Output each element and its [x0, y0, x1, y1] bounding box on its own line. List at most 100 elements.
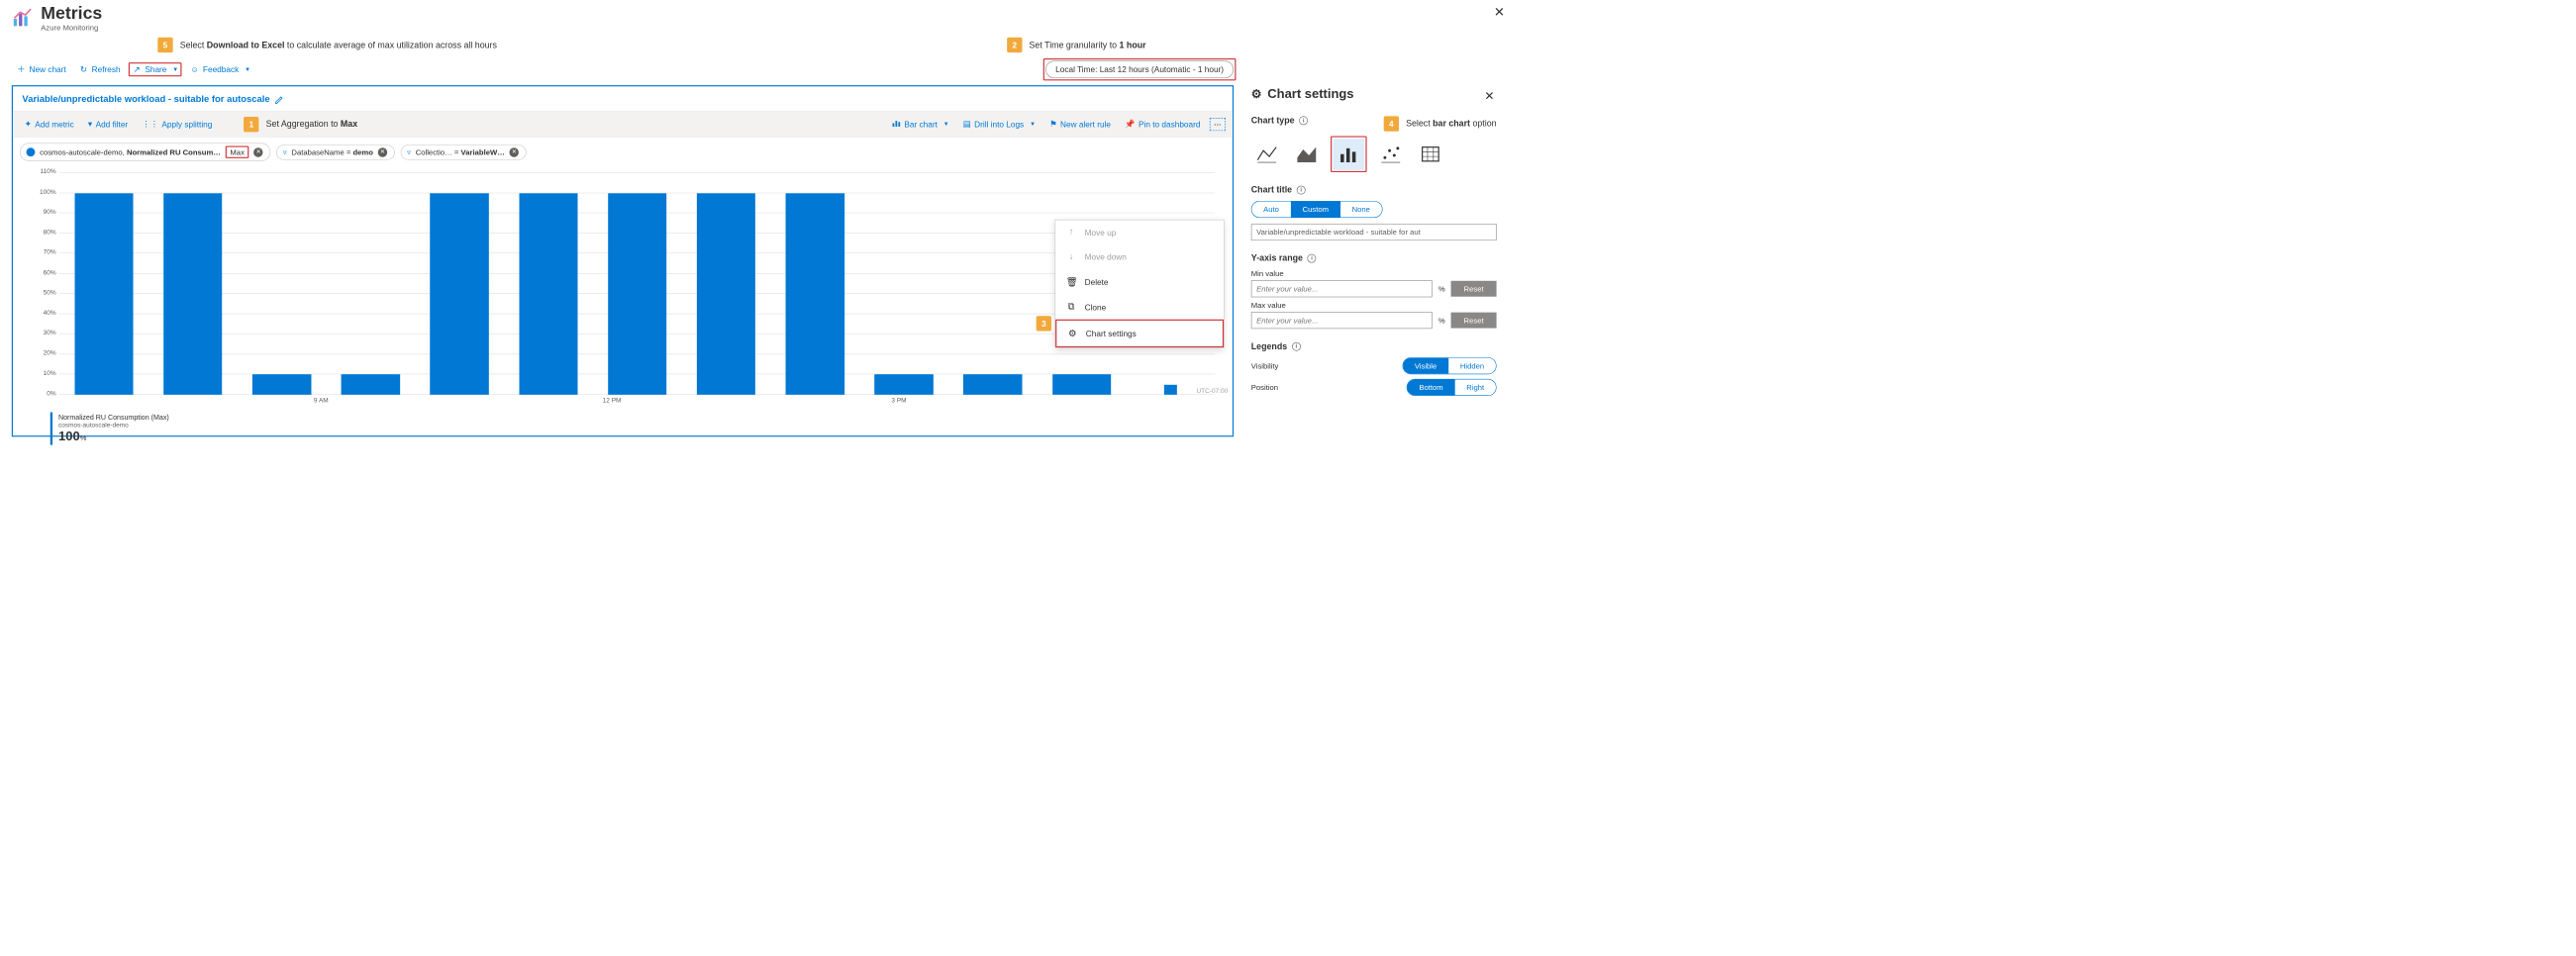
- info-icon[interactable]: i: [1297, 186, 1306, 195]
- share-button[interactable]: ↗Share▼: [129, 62, 182, 76]
- filter-pills-row: cosmos-autoscale-demo, Normalized RU Con…: [13, 138, 1233, 167]
- collection-filter-pill[interactable]: ▿ Collectio… = VariableW… ✕: [401, 144, 527, 159]
- add-metric-button[interactable]: ✦Add metric: [20, 117, 78, 132]
- apply-splitting-button[interactable]: ⋮⋮Apply splitting: [138, 117, 217, 132]
- split-icon: ⋮⋮: [142, 119, 158, 129]
- aggregation-badge: Max: [226, 146, 249, 158]
- feedback-button[interactable]: ☺Feedback▼: [185, 62, 254, 76]
- bar[interactable]: [608, 193, 666, 395]
- add-filter-button[interactable]: ▾Add filter: [83, 117, 133, 132]
- callout-4: 4: [1384, 116, 1399, 131]
- bar[interactable]: [786, 193, 844, 395]
- filter-icon: ▿: [407, 147, 411, 156]
- metric-pill[interactable]: cosmos-autoscale-demo, Normalized RU Con…: [20, 143, 270, 161]
- cosmos-icon: [27, 147, 36, 156]
- chart-card: Variable/unpredictable workload - suitab…: [12, 85, 1234, 436]
- seg-right[interactable]: Right: [1454, 379, 1496, 395]
- chart-type-area[interactable]: [1291, 139, 1323, 170]
- seg-bottom[interactable]: Bottom: [1408, 379, 1455, 395]
- trash-icon: 🗑: [1066, 276, 1077, 288]
- filter-icon: ▾: [88, 119, 92, 129]
- info-icon[interactable]: i: [1308, 254, 1317, 263]
- pin-dashboard-button[interactable]: 📌Pin to dashboard: [1120, 117, 1205, 132]
- seg-none[interactable]: None: [1340, 202, 1382, 218]
- chevron-down-icon: ▼: [1030, 121, 1036, 127]
- chart-type-line[interactable]: [1251, 139, 1283, 170]
- more-menu-button[interactable]: ⋯: [1210, 118, 1226, 131]
- callout-3: 3: [1037, 316, 1051, 331]
- seg-custom[interactable]: Custom: [1291, 202, 1340, 218]
- new-alert-button[interactable]: ⚑New alert rule: [1044, 117, 1115, 132]
- seg-auto[interactable]: Auto: [1251, 202, 1290, 218]
- x-tick: 9 AM: [314, 397, 329, 404]
- title-mode-segment[interactable]: Auto Custom None: [1251, 201, 1383, 218]
- command-bar: ＋New chart ↻Refresh ↗Share▼ ☺Feedback▼ L…: [0, 52, 1520, 85]
- bar[interactable]: [1164, 385, 1177, 395]
- pin-icon: 📌: [1125, 119, 1135, 129]
- refresh-button[interactable]: ↻Refresh: [74, 62, 125, 76]
- menu-move-up[interactable]: ↑Move up: [1055, 220, 1224, 244]
- bar[interactable]: [697, 193, 755, 395]
- legend-position-segment[interactable]: Bottom Right: [1407, 379, 1497, 396]
- yaxis-max-reset[interactable]: Reset: [1451, 313, 1497, 329]
- smiley-icon: ☺: [190, 64, 199, 73]
- metrics-logo-icon: [12, 7, 33, 28]
- bar[interactable]: [342, 374, 400, 394]
- page-title: Metrics: [41, 5, 102, 23]
- x-tick: 3 PM: [891, 397, 906, 404]
- arrow-up-icon: ↑: [1066, 228, 1077, 239]
- close-icon[interactable]: ✕: [1484, 89, 1494, 104]
- alert-icon: ⚑: [1049, 119, 1056, 129]
- info-icon[interactable]: i: [1299, 116, 1308, 125]
- bar[interactable]: [1052, 374, 1111, 394]
- copy-icon: ⧉: [1066, 302, 1077, 313]
- seg-visible[interactable]: Visible: [1403, 358, 1448, 374]
- yaxis-min-input[interactable]: [1251, 280, 1433, 297]
- yaxis-min-reset[interactable]: Reset: [1451, 281, 1497, 297]
- chevron-down-icon: ▼: [943, 121, 949, 127]
- seg-hidden[interactable]: Hidden: [1448, 358, 1496, 374]
- bar-chart-icon: [891, 119, 900, 130]
- close-icon[interactable]: ✕: [1494, 5, 1505, 20]
- info-icon[interactable]: i: [1292, 342, 1301, 351]
- drill-logs-button[interactable]: ▤Drill into Logs▼: [958, 117, 1040, 132]
- chart-type-grid[interactable]: [1415, 139, 1446, 170]
- bar[interactable]: [252, 374, 311, 394]
- menu-clone[interactable]: ⧉Clone: [1055, 295, 1224, 320]
- database-filter-pill[interactable]: ▿ DatabaseName = demo ✕: [276, 144, 394, 159]
- edit-icon[interactable]: [274, 95, 283, 104]
- time-range-picker[interactable]: Local Time: Last 12 hours (Automatic - 1…: [1045, 60, 1234, 78]
- menu-delete[interactable]: 🗑Delete: [1055, 269, 1224, 295]
- bar[interactable]: [74, 193, 133, 395]
- menu-chart-settings[interactable]: ⚙Chart settings: [1055, 320, 1224, 347]
- chart-title-text: Variable/unpredictable workload - suitab…: [22, 95, 269, 106]
- bar[interactable]: [874, 374, 933, 394]
- chart-type-bar[interactable]: [1333, 139, 1364, 170]
- gear-icon: ⚙: [1067, 328, 1078, 339]
- legend-visibility-segment[interactable]: Visible Hidden: [1402, 357, 1496, 374]
- arrow-down-icon: ↓: [1066, 251, 1077, 262]
- refresh-icon: ↻: [79, 64, 88, 73]
- bar[interactable]: [519, 193, 577, 395]
- remove-icon[interactable]: ✕: [378, 147, 387, 156]
- bar[interactable]: [963, 374, 1022, 394]
- chart-settings-panel: ✕ ⚙Chart settings Chart typei 4 Select b…: [1234, 85, 1508, 409]
- callout-1: 1: [244, 117, 258, 132]
- page-header: Metrics Azure Monitoring ✕: [0, 0, 1520, 41]
- remove-icon[interactable]: ✕: [510, 147, 519, 156]
- chart-type-scatter[interactable]: [1375, 139, 1407, 170]
- yaxis-max-input[interactable]: [1251, 312, 1433, 329]
- logs-icon: ▤: [963, 119, 971, 129]
- bar[interactable]: [163, 193, 222, 395]
- chart-toolbar: ✦Add metric ▾Add filter ⋮⋮Apply splittin…: [13, 111, 1233, 138]
- new-chart-button[interactable]: ＋New chart: [12, 62, 71, 76]
- filter-icon: ▿: [283, 147, 287, 156]
- chart-title-input[interactable]: [1251, 224, 1497, 240]
- chart-type-dropdown[interactable]: Bar chart▼: [887, 116, 954, 132]
- bar[interactable]: [431, 193, 489, 395]
- menu-move-down[interactable]: ↓Move down: [1055, 244, 1224, 269]
- gear-icon: ⚙: [1251, 87, 1262, 102]
- remove-icon[interactable]: ✕: [253, 147, 262, 156]
- chart-legend[interactable]: Normalized RU Consumption (Max) cosmos-a…: [50, 413, 1215, 445]
- share-icon: ↗: [132, 64, 141, 73]
